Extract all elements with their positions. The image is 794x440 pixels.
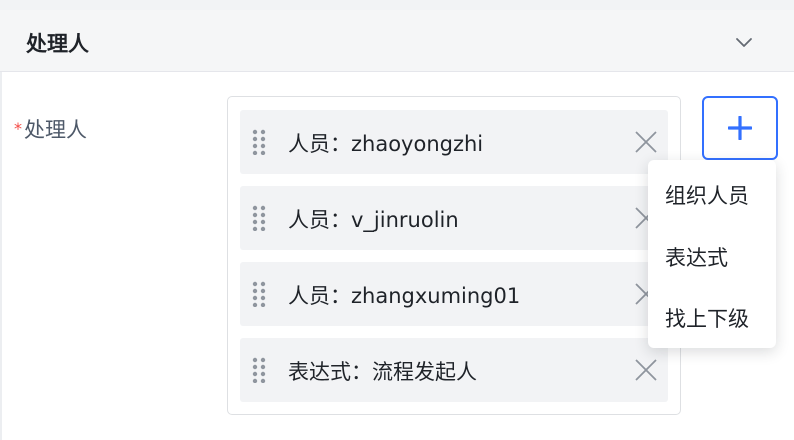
assignee-item[interactable]: 人员：zhangxuming01: [240, 262, 668, 326]
menu-item-find-superior-subordinate[interactable]: 找上下级: [665, 303, 749, 333]
required-mark: *: [14, 119, 22, 138]
left-edge-divider: [0, 72, 2, 440]
assignee-item[interactable]: 人员：v_jinruolin: [240, 186, 668, 250]
drag-handle-icon[interactable]: [252, 129, 266, 155]
assignee-label: 人员：zhaoyongzhi: [288, 132, 484, 156]
add-type-dropdown: 组织人员 表达式 找上下级: [648, 160, 776, 348]
assignee-item[interactable]: 表达式：流程发起人: [240, 338, 668, 402]
close-icon[interactable]: [634, 358, 658, 382]
menu-item-org-member[interactable]: 组织人员: [665, 180, 749, 210]
chevron-down-icon[interactable]: [732, 30, 756, 54]
drag-handle-icon[interactable]: [252, 205, 266, 231]
menu-item-expression[interactable]: 表达式: [665, 242, 728, 272]
assignee-label: 表达式：流程发起人: [288, 360, 477, 384]
assignee-list: 人员：zhaoyongzhi 人员：v_jinruolin 人员：zhangxu…: [227, 96, 681, 415]
field-label-text: 处理人: [24, 118, 87, 142]
plus-icon: [728, 116, 752, 140]
assignee-label: 人员：v_jinruolin: [288, 208, 459, 232]
section-title: 处理人: [26, 32, 89, 56]
section-header[interactable]: 处理人: [0, 10, 794, 72]
drag-handle-icon[interactable]: [252, 281, 266, 307]
close-icon[interactable]: [634, 130, 658, 154]
field-label: *处理人: [14, 114, 87, 144]
add-assignee-button[interactable]: [702, 96, 778, 160]
drag-handle-icon[interactable]: [252, 357, 266, 383]
assignee-item[interactable]: 人员：zhaoyongzhi: [240, 110, 668, 174]
assignee-label: 人员：zhangxuming01: [288, 284, 521, 308]
